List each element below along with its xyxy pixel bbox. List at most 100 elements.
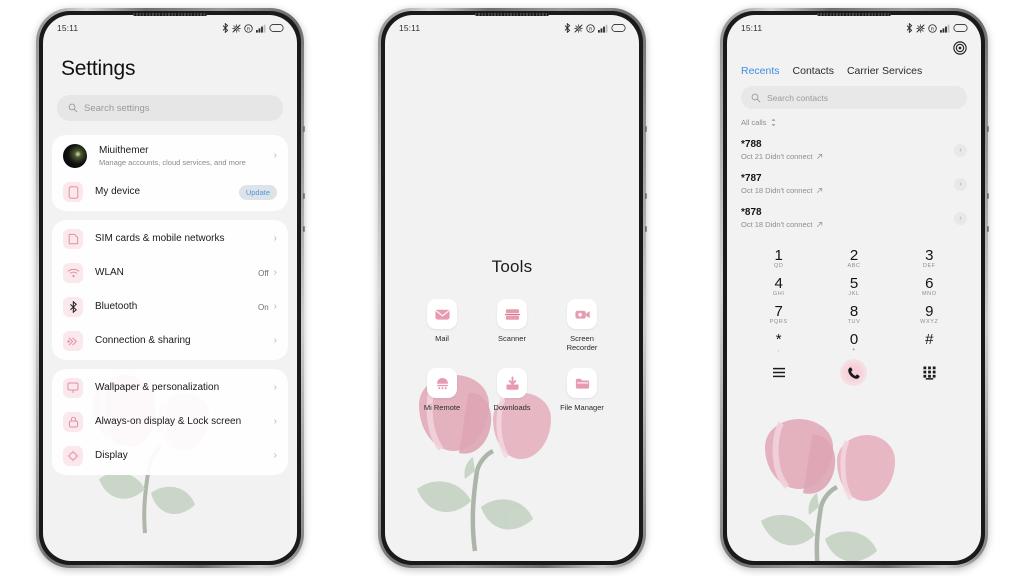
dialer-menu-button[interactable] bbox=[741, 367, 816, 378]
app-mi-remote[interactable]: Mi Remote bbox=[407, 368, 477, 412]
signal-bars-icon bbox=[598, 24, 608, 33]
status-time: 15:11 bbox=[741, 23, 763, 33]
tab-contacts[interactable]: Contacts bbox=[793, 65, 834, 77]
dialpad-key-4[interactable]: 4 GHI bbox=[741, 275, 816, 297]
recent-calls-list: *788 Oct 21 Didn't connect › *787 Oct 18… bbox=[727, 133, 981, 235]
call-info: *878 Oct 18 Didn't connect bbox=[741, 207, 954, 229]
list-item-wallpaper[interactable]: Wallpaper & personalization › bbox=[52, 371, 288, 405]
chevron-right-icon[interactable]: › bbox=[954, 143, 967, 157]
phone-bezel: 15:11 R Recents Contacts Carrier Service… bbox=[723, 11, 985, 565]
dialpad-key-star[interactable]: *, bbox=[741, 331, 816, 353]
volume-down-button[interactable] bbox=[645, 226, 647, 232]
call-button[interactable] bbox=[816, 359, 891, 386]
call-detail-wrap: Oct 18 Didn't connect bbox=[741, 186, 954, 195]
volume-up-button[interactable] bbox=[987, 193, 989, 199]
folder-icon bbox=[567, 368, 597, 398]
app-mail[interactable]: Mail bbox=[407, 299, 477, 352]
list-item-value: On bbox=[257, 302, 269, 312]
key-letters: DEF bbox=[922, 263, 936, 269]
list-item-display[interactable]: Display › bbox=[52, 439, 288, 473]
page-title: Settings bbox=[61, 57, 136, 80]
search-contacts-input[interactable]: Search contacts bbox=[741, 86, 967, 109]
dialpad-key-7[interactable]: 7 PQRS bbox=[741, 303, 816, 325]
list-item-sim-cards[interactable]: SIM cards & mobile networks › bbox=[52, 222, 288, 256]
call-number: *878 bbox=[741, 207, 762, 218]
power-button[interactable] bbox=[303, 126, 305, 132]
bluetooth-icon bbox=[222, 23, 229, 33]
search-input[interactable]: Search settings bbox=[57, 95, 283, 121]
call-detail: Oct 18 Didn't connect bbox=[741, 220, 813, 229]
dialpad-key-0[interactable]: 0 + bbox=[816, 331, 891, 353]
call-log-row[interactable]: *878 Oct 18 Didn't connect › bbox=[727, 201, 981, 235]
app-file-manager[interactable]: File Manager bbox=[547, 368, 617, 412]
volume-up-button[interactable] bbox=[645, 193, 647, 199]
app-label: File Manager bbox=[560, 403, 604, 412]
call-info: *787 Oct 18 Didn't connect bbox=[741, 173, 954, 195]
chevron-right-icon: › bbox=[273, 301, 277, 312]
svg-text:R: R bbox=[589, 26, 593, 32]
avatar bbox=[63, 144, 87, 168]
power-button[interactable] bbox=[645, 126, 647, 132]
settings-group-personalization: Wallpaper & personalization › Always-on … bbox=[52, 369, 288, 475]
keypad-toggle-button[interactable] bbox=[892, 366, 967, 380]
app-scanner[interactable]: Scanner bbox=[477, 299, 547, 352]
list-item-value: Off bbox=[258, 268, 269, 278]
dialpad-key-5[interactable]: 5 JKL bbox=[816, 275, 891, 297]
phone-bezel: 15:11 R Tools Mail Scanner Screen Record… bbox=[381, 11, 643, 565]
svg-text:R: R bbox=[247, 26, 251, 32]
key-letters: PQRS bbox=[769, 319, 788, 325]
key-letters: WXYZ bbox=[920, 319, 939, 325]
lock-icon bbox=[63, 412, 83, 432]
sim-card-icon bbox=[63, 229, 83, 249]
chevron-right-icon[interactable]: › bbox=[954, 177, 967, 191]
battery-icon bbox=[269, 24, 284, 32]
call-log-row[interactable]: *787 Oct 18 Didn't connect › bbox=[727, 167, 981, 201]
status-icons: R bbox=[564, 23, 626, 33]
settings-group-account: Miuithemer Manage accounts, cloud servic… bbox=[52, 135, 288, 211]
key-number: 9 bbox=[925, 303, 934, 320]
call-filter-dropdown[interactable]: All calls bbox=[741, 118, 967, 127]
power-button[interactable] bbox=[987, 126, 989, 132]
tab-carrier-services[interactable]: Carrier Services bbox=[847, 65, 922, 77]
folder-app-grid: Mail Scanner Screen Recorder Mi Remote D… bbox=[385, 277, 639, 412]
update-badge[interactable]: Update bbox=[238, 184, 277, 200]
dialpad-key-9[interactable]: 9 WXYZ bbox=[892, 303, 967, 325]
list-item-connection-sharing[interactable]: Connection & sharing › bbox=[52, 324, 288, 358]
dialpad-key-8[interactable]: 8 TUV bbox=[816, 303, 891, 325]
search-placeholder: Search settings bbox=[84, 102, 150, 114]
key-number: 8 bbox=[849, 303, 859, 320]
screen-recorder-icon bbox=[567, 299, 597, 329]
dialer-settings-button[interactable] bbox=[741, 41, 967, 55]
status-icons: R bbox=[222, 23, 284, 33]
battery-icon bbox=[953, 24, 968, 32]
list-item-account[interactable]: Miuithemer Manage accounts, cloud servic… bbox=[52, 137, 288, 175]
list-item-my-device[interactable]: My device Update bbox=[52, 175, 288, 209]
chevron-right-icon[interactable]: › bbox=[954, 211, 967, 225]
call-log-row[interactable]: *788 Oct 21 Didn't connect › bbox=[727, 133, 981, 167]
list-item-wlan[interactable]: WLAN Off › bbox=[52, 256, 288, 290]
tab-recents[interactable]: Recents bbox=[741, 65, 780, 77]
volume-down-button[interactable] bbox=[303, 226, 305, 232]
volume-up-button[interactable] bbox=[303, 193, 305, 199]
dialpad-key-2[interactable]: 2 ABC bbox=[816, 247, 891, 269]
dialpad-key-6[interactable]: 6 MNO bbox=[892, 275, 967, 297]
dialpad-key-1[interactable]: 1 QD bbox=[741, 247, 816, 269]
dialer-tabs: Recents Contacts Carrier Services bbox=[741, 65, 967, 77]
outgoing-call-arrow-icon bbox=[817, 188, 823, 194]
chevron-right-icon: › bbox=[273, 233, 277, 244]
list-item-bluetooth[interactable]: Bluetooth On › bbox=[52, 290, 288, 324]
key-letters: GHI bbox=[772, 291, 785, 297]
dialpad-key-3[interactable]: 3 DEF bbox=[892, 247, 967, 269]
account-subtitle: Manage accounts, cloud services, and mor… bbox=[99, 158, 246, 167]
battery-icon bbox=[611, 24, 626, 32]
list-item-always-on-display[interactable]: Always-on display & Lock screen › bbox=[52, 405, 288, 439]
app-downloads[interactable]: Downloads bbox=[477, 368, 547, 412]
call-detail-wrap: Oct 21 Didn't connect bbox=[741, 152, 954, 161]
dialpad-key-hash[interactable]: # bbox=[892, 331, 967, 353]
svg-text:R: R bbox=[931, 26, 935, 32]
volume-down-button[interactable] bbox=[987, 226, 989, 232]
app-screen-recorder[interactable]: Screen Recorder bbox=[547, 299, 617, 352]
chevron-right-icon: › bbox=[273, 450, 277, 461]
app-label: Mi Remote bbox=[423, 403, 461, 412]
signal-bars-icon bbox=[256, 24, 266, 33]
